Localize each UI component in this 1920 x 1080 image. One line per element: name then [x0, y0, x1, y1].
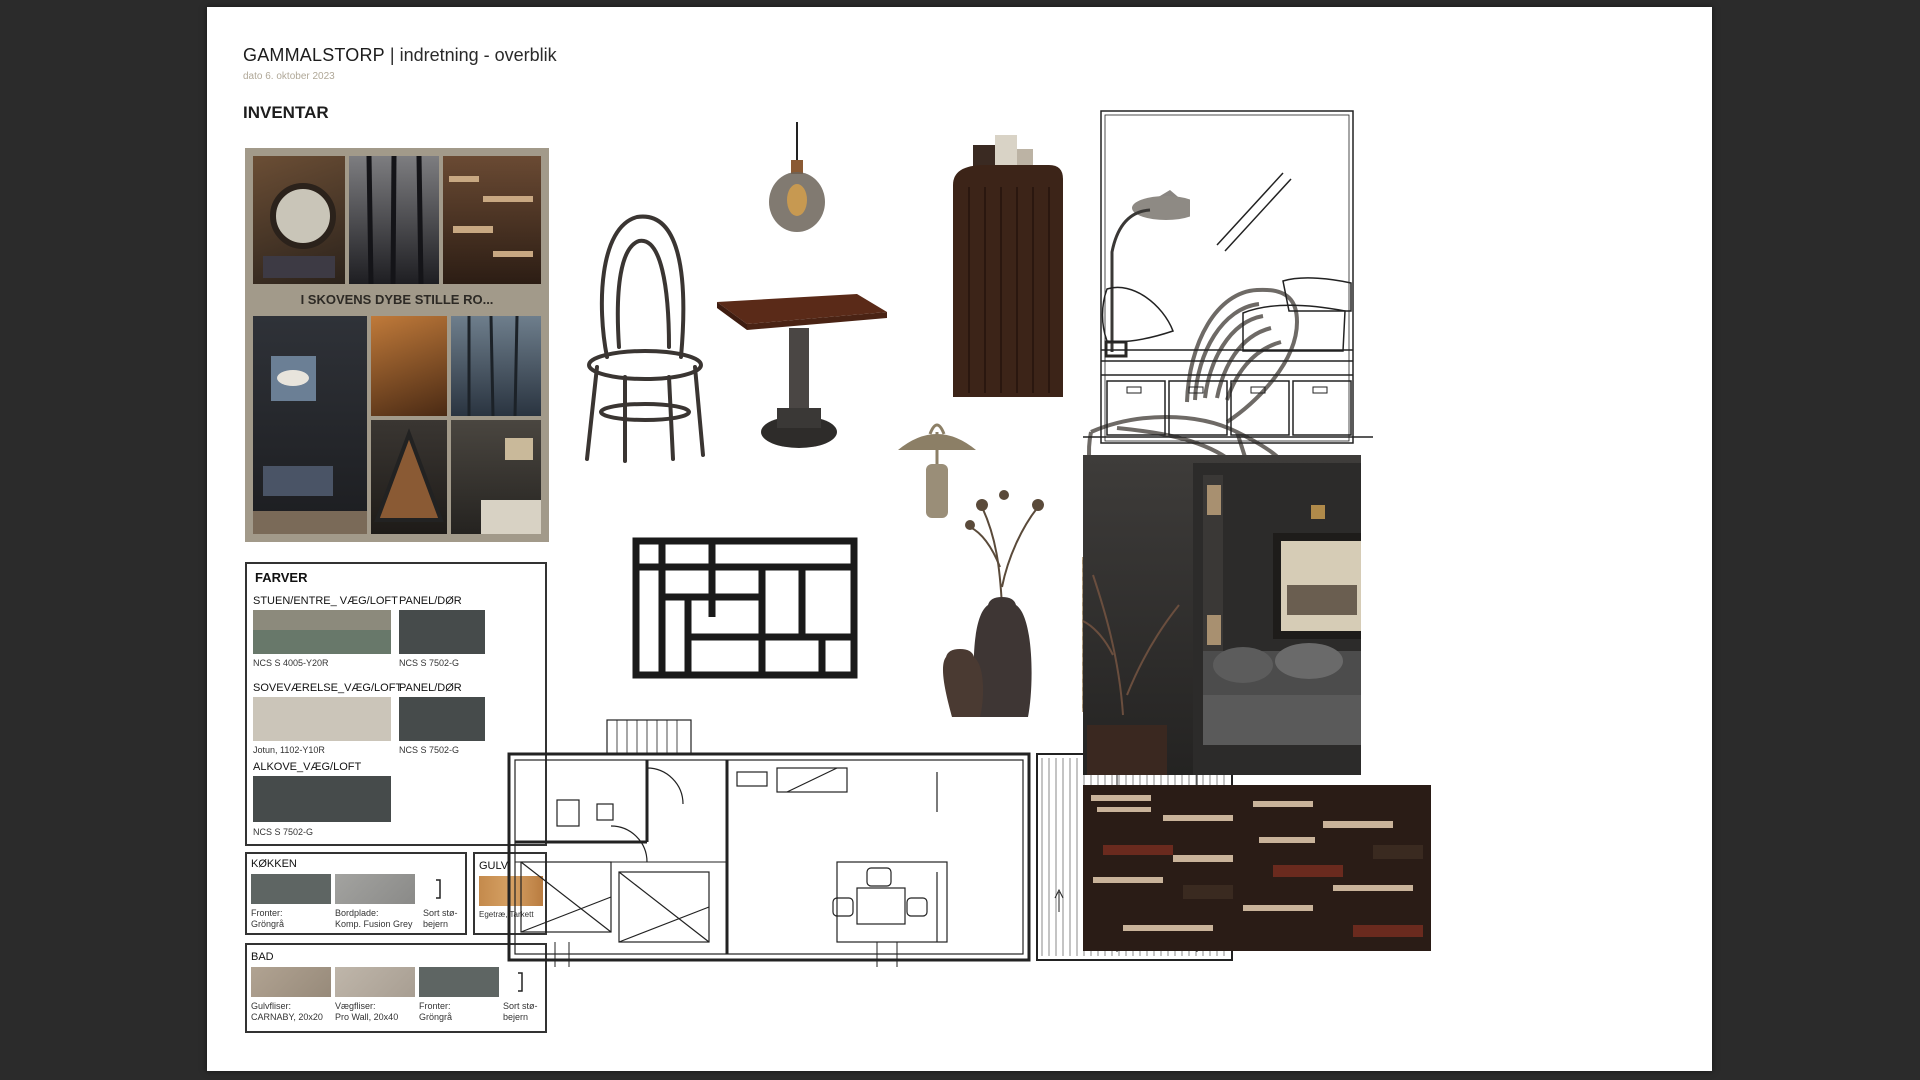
color-label-panel-1: PANEL/DØR: [399, 595, 462, 607]
kitchen-swatch-counter: [335, 874, 415, 904]
color-code-alcove: NCS S 7502-G: [253, 827, 314, 837]
moodboard: I SKOVENS DYBE STILLE RO...: [245, 148, 549, 542]
color-swatch-bedroom: [253, 697, 391, 741]
color-label-living: STUEN/ENTRE_ VÆG/LOFT: [253, 595, 398, 607]
bathroom-text-floor: Gulvfliser: CARNABY, 20x20: [251, 1001, 323, 1022]
books-photo: [1083, 785, 1431, 951]
moodboard-caption: I SKOVENS DYBE STILLE RO...: [300, 292, 494, 307]
color-label-alcove: ALKOVE_VÆG/LOFT: [253, 761, 362, 773]
mood-image-cabin: [371, 420, 447, 534]
vases-image: [942, 490, 1044, 717]
color-code-panel-1: NCS S 7502-G: [399, 658, 460, 668]
document-page: GAMMALSTORP | indretning - overblik dato…: [207, 7, 1712, 1071]
mood-image-forest: [349, 156, 439, 284]
mood-image-fog-forest: [451, 316, 541, 416]
kitchen-text-faucet: Sort stø-bejern: [423, 908, 458, 929]
colors-heading: FARVER: [255, 570, 308, 585]
bathroom-swatch-floor: [251, 967, 331, 997]
tall-cabinet-image: [953, 135, 1063, 397]
title-separator: |: [384, 45, 400, 65]
bath-faucet-icon: [517, 971, 523, 993]
bathroom-text-fronts: Fronter: Gröngrå: [419, 1001, 453, 1022]
bentwood-chair-image: [585, 214, 705, 463]
page-title: GAMMALSTORP | indretning - overblik: [243, 45, 557, 66]
bathroom-text-wall: Vægfliser: Pro Wall, 20x40: [335, 1001, 399, 1022]
kitchen-heading: KØKKEN: [251, 858, 297, 870]
mood-image-bedroom: [451, 420, 541, 534]
color-code-panel-2: NCS S 7502-G: [399, 745, 460, 755]
kitchen-text-counter: Bordplade: Komp. Fusion Grey: [335, 908, 413, 929]
bathroom-swatch-wall: [335, 967, 415, 997]
title-subtitle: indretning - overblik: [399, 45, 557, 65]
kitchen-swatch-fronts: [251, 874, 331, 904]
kitchen-text-fronts: Fronter: Gröngrå: [251, 908, 285, 929]
section-heading: INVENTAR: [243, 103, 329, 122]
shelving-unit-image: [632, 537, 858, 679]
title-project: GAMMALSTORP: [243, 45, 385, 65]
mood-image-autumn: [371, 316, 447, 416]
bathroom-text-faucet: Sort stø-bejern: [503, 1001, 538, 1022]
cafe-table-image: [717, 294, 887, 448]
color-swatch-panel-1: [399, 610, 485, 654]
color-swatch-panel-2: [399, 697, 485, 741]
mood-image-window: [253, 156, 345, 284]
pendant-lamp-image: [769, 122, 825, 232]
color-code-bedroom: Jotun, 1102-Y10R: [253, 745, 325, 755]
bathroom-swatch-fronts: [419, 967, 499, 997]
page-date: dato 6. oktober 2023: [243, 71, 335, 82]
color-code-living: NCS S 4005-Y20R: [253, 658, 329, 668]
mood-image-books: [443, 156, 541, 284]
mood-image-interior: [253, 316, 367, 534]
alcove-photo: [1083, 455, 1361, 775]
alcove-elevation-drawing: [1083, 110, 1373, 444]
kitchen-panel: KØKKEN Fronter: Gröngrå Bordplade: Komp. F…: [245, 852, 467, 935]
bathroom-heading: BAD: [251, 951, 274, 963]
color-label-bedroom: SOVEVÆRELSE_VÆG/LOFT: [253, 682, 403, 694]
faucet-icon: [435, 878, 441, 900]
color-swatch-living: [253, 610, 391, 654]
color-swatch-alcove: [253, 776, 391, 822]
color-label-panel-2: PANEL/DØR: [399, 682, 462, 694]
